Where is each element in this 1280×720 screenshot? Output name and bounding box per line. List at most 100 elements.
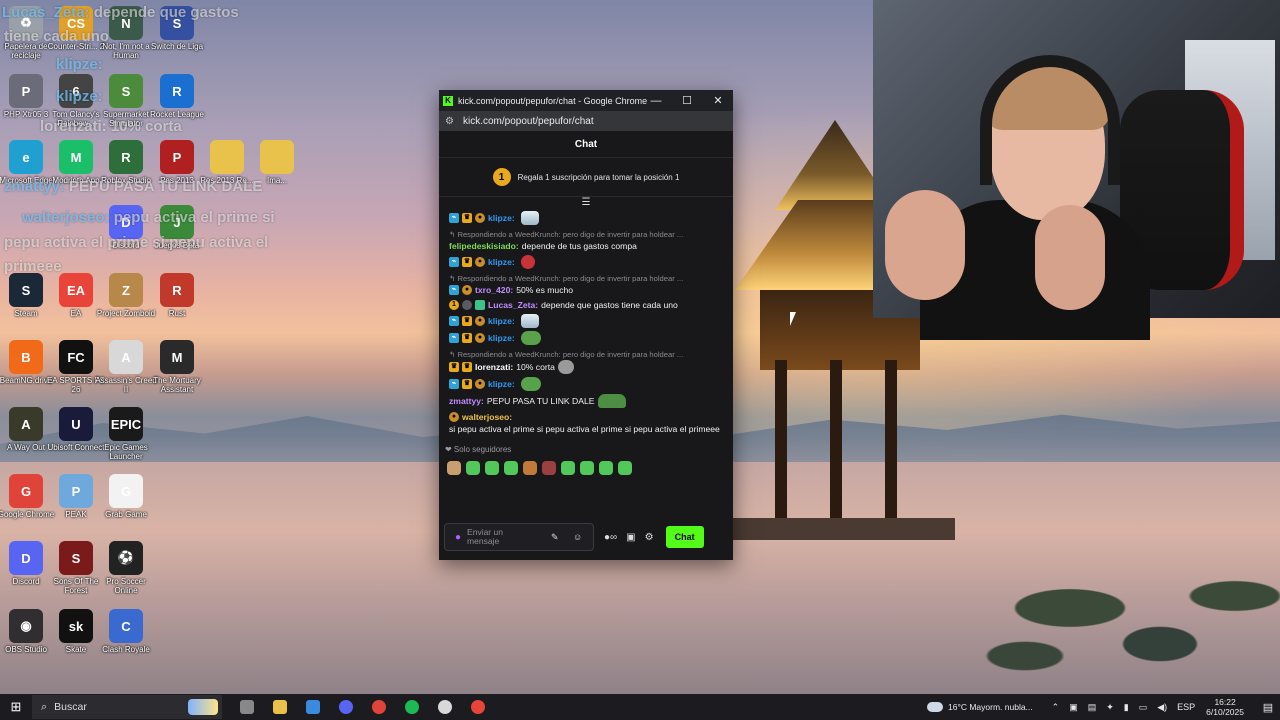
taskbar-app-button[interactable] [296, 694, 329, 720]
desktop-icon[interactable]: D Discord [1, 541, 51, 586]
epic-icon: EPIC [109, 407, 143, 441]
emote-button[interactable] [542, 461, 556, 475]
desktop-icon[interactable]: B BeamNG.drive [0, 340, 52, 385]
desktop-icon[interactable]: EA EA [51, 273, 101, 318]
emoji-icon[interactable]: ☺ [573, 532, 582, 542]
crown-badge-icon: ♛ [462, 213, 472, 223]
desktop-icon[interactable]: G Google Chrome [0, 474, 54, 519]
close-button[interactable]: ✕ [703, 90, 733, 111]
desktop-icon[interactable]: S Steam [1, 273, 51, 318]
desktop-icon[interactable]: A Assassin's Creed II [95, 340, 157, 394]
chat-username[interactable]: felipedeskisiado: [449, 240, 519, 252]
chat-message[interactable]: ⌁ ♛ ● klipze: [449, 377, 723, 391]
emote-button[interactable] [504, 461, 518, 475]
chrome-popout-window[interactable]: K kick.com/popout/pepufor/chat - Google … [439, 90, 733, 560]
desktop-icon[interactable]: EPIC Epic Games Launcher [101, 407, 151, 461]
tray-app-icon[interactable]: ▤ [1088, 702, 1097, 713]
chat-username[interactable]: Lucas_Zeta: [488, 299, 538, 311]
chat-message[interactable]: ● walterjoseo: si pepu activa el prime si … [449, 411, 723, 435]
chat-message[interactable]: ♛ ♛ lorenzati: 10% corta [449, 360, 723, 374]
clock[interactable]: 16:22 6/10/2025 [1206, 697, 1244, 717]
translate-icon[interactable]: ✎ [551, 532, 559, 543]
emote-button[interactable] [447, 461, 461, 475]
chat-username[interactable]: zmattyy: [449, 395, 484, 407]
chat-username[interactable]: txro_420: [475, 284, 513, 296]
taskbar-app-button[interactable] [263, 694, 296, 720]
chat-input[interactable]: ● Enviar un mensaje ✎ ☺ [444, 523, 594, 551]
desktop-icon[interactable]: P PEAK [51, 474, 101, 519]
tray-app-icon[interactable]: ✦ [1106, 702, 1114, 713]
chat-username[interactable]: klipze: [488, 256, 515, 268]
chat-messages: ⌁ ♛ ● klipze: ↰ Respondiendo a WeedKrunch: p… [439, 211, 733, 435]
taskbar-app-button[interactable] [230, 694, 263, 720]
desktop-icon[interactable]: ◉ OBS Studio [1, 609, 51, 654]
taskbar-app-button[interactable] [395, 694, 428, 720]
chat-username[interactable]: klipze: [488, 212, 515, 224]
maximize-button[interactable]: ☐ [672, 90, 702, 111]
taskbar-app-button[interactable] [362, 694, 395, 720]
chevron-up-icon[interactable]: ⌃ [1052, 702, 1060, 713]
desktop-icon[interactable]: AA Way Out [1, 407, 51, 452]
points-icon[interactable]: ●∞ [604, 532, 617, 543]
desktop-icon[interactable]: G Grab Game [101, 474, 151, 519]
taskbar-app-button[interactable] [461, 694, 494, 720]
chat-message[interactable]: zmattyy: PEPU PASA TU LINK DALE [449, 394, 723, 408]
chat-message[interactable]: ⌁ ♛ ● klipze: [449, 211, 723, 225]
chat-message[interactable]: ⌁ ♛ ● klipze: [449, 331, 723, 345]
chat-text: 50% es mucho [516, 285, 574, 295]
desktop-icon[interactable]: P PHP Xtr05 3 [1, 74, 51, 119]
desktop-icon[interactable]: R Rust [152, 273, 202, 318]
chat-message[interactable]: ⌁ ♛ ● klipze: [449, 314, 723, 328]
desktop-icon[interactable]: Z Project Zomboid [97, 273, 155, 318]
emote-button[interactable] [599, 461, 613, 475]
emote-button[interactable] [618, 461, 632, 475]
tray-app-icon[interactable]: ▣ [1069, 702, 1078, 713]
chat-username[interactable]: klipze: [488, 378, 515, 390]
desktop-icon[interactable]: M The Mortuary Assistant [152, 340, 202, 394]
site-settings-icon[interactable]: ⚙ [445, 116, 454, 127]
settings-icon[interactable]: ⚙ [645, 532, 654, 543]
window-titlebar[interactable]: K kick.com/popout/pepufor/chat - Google … [439, 90, 733, 111]
chat-message[interactable]: 1 Lucas_Zeta: depende que gastos tiene cad… [449, 299, 723, 311]
reply-context[interactable]: ↰ Respondiendo a WeedKrunch: pero digo d… [449, 229, 723, 240]
pinned-toggle-icon[interactable]: ☰ [439, 197, 733, 211]
emote-button[interactable] [561, 461, 575, 475]
minimize-button[interactable]: — [641, 90, 671, 111]
chat-message[interactable]: ⌁ ♛ ● klipze: [449, 255, 723, 269]
volume-icon[interactable]: ◀) [1157, 702, 1167, 713]
sub-gift-promo[interactable]: 1 Regala 1 suscripción para tomar la pos… [439, 158, 733, 197]
send-chat-button[interactable]: Chat [665, 526, 704, 548]
weather-widget[interactable]: 16°C Mayorm. nubla... [926, 702, 1033, 712]
desktop-icon[interactable]: FC EA SPORTS FC 26 [47, 340, 105, 394]
reply-context[interactable]: ↰ Respondiendo a WeedKrunch: pero digo d… [449, 273, 723, 284]
desktop-icon[interactable]: R Rocket League [150, 74, 204, 119]
network-icon[interactable]: ▭ [1139, 702, 1148, 713]
overlay-chat-line-4: lorenzati: 10% corta [40, 118, 182, 135]
desktop-icon[interactable]: C Clash Royale [101, 609, 151, 654]
desktop-icon[interactable]: ⚽ Pro Soccer Online [101, 541, 151, 595]
reply-context[interactable]: ↰ Respondiendo a WeedKrunch: pero digo d… [449, 349, 723, 360]
emote-button[interactable] [580, 461, 594, 475]
chat-username[interactable]: walterjoseo: [462, 411, 512, 423]
language-indicator[interactable]: ESP [1177, 702, 1195, 712]
mic-icon[interactable]: ● [455, 532, 461, 543]
taskbar-search[interactable]: ⌕ Buscar [32, 695, 222, 719]
microphone-icon[interactable]: ▮ [1124, 702, 1129, 713]
chat-username[interactable]: klipze: [488, 332, 515, 344]
chat-username[interactable]: lorenzati: [475, 361, 513, 373]
chat-username[interactable]: klipze: [488, 315, 515, 327]
chat-message[interactable]: ⌁ ● txro_420: 50% es mucho [449, 284, 723, 296]
emote-button[interactable] [523, 461, 537, 475]
emote-button[interactable] [466, 461, 480, 475]
emote-button[interactable] [485, 461, 499, 475]
desktop-icon[interactable]: sk Skate [51, 609, 101, 654]
taskbar-app-button[interactable] [428, 694, 461, 720]
desktop-icon[interactable]: S Sons Of The Forest [51, 541, 101, 595]
address-bar[interactable]: ⚙ kick.com/popout/pepufor/chat [439, 111, 733, 131]
store-gift-icon[interactable]: ▣ [626, 532, 635, 543]
chat-message[interactable]: felipedeskisiado: depende de tus gastos c… [449, 240, 723, 252]
taskbar-app-button[interactable] [329, 694, 362, 720]
start-button[interactable]: ⊞ [0, 694, 32, 720]
notification-icon[interactable]: ▤ [1256, 701, 1280, 714]
desktop-icon[interactable]: U Ubisoft Connect [48, 407, 104, 452]
